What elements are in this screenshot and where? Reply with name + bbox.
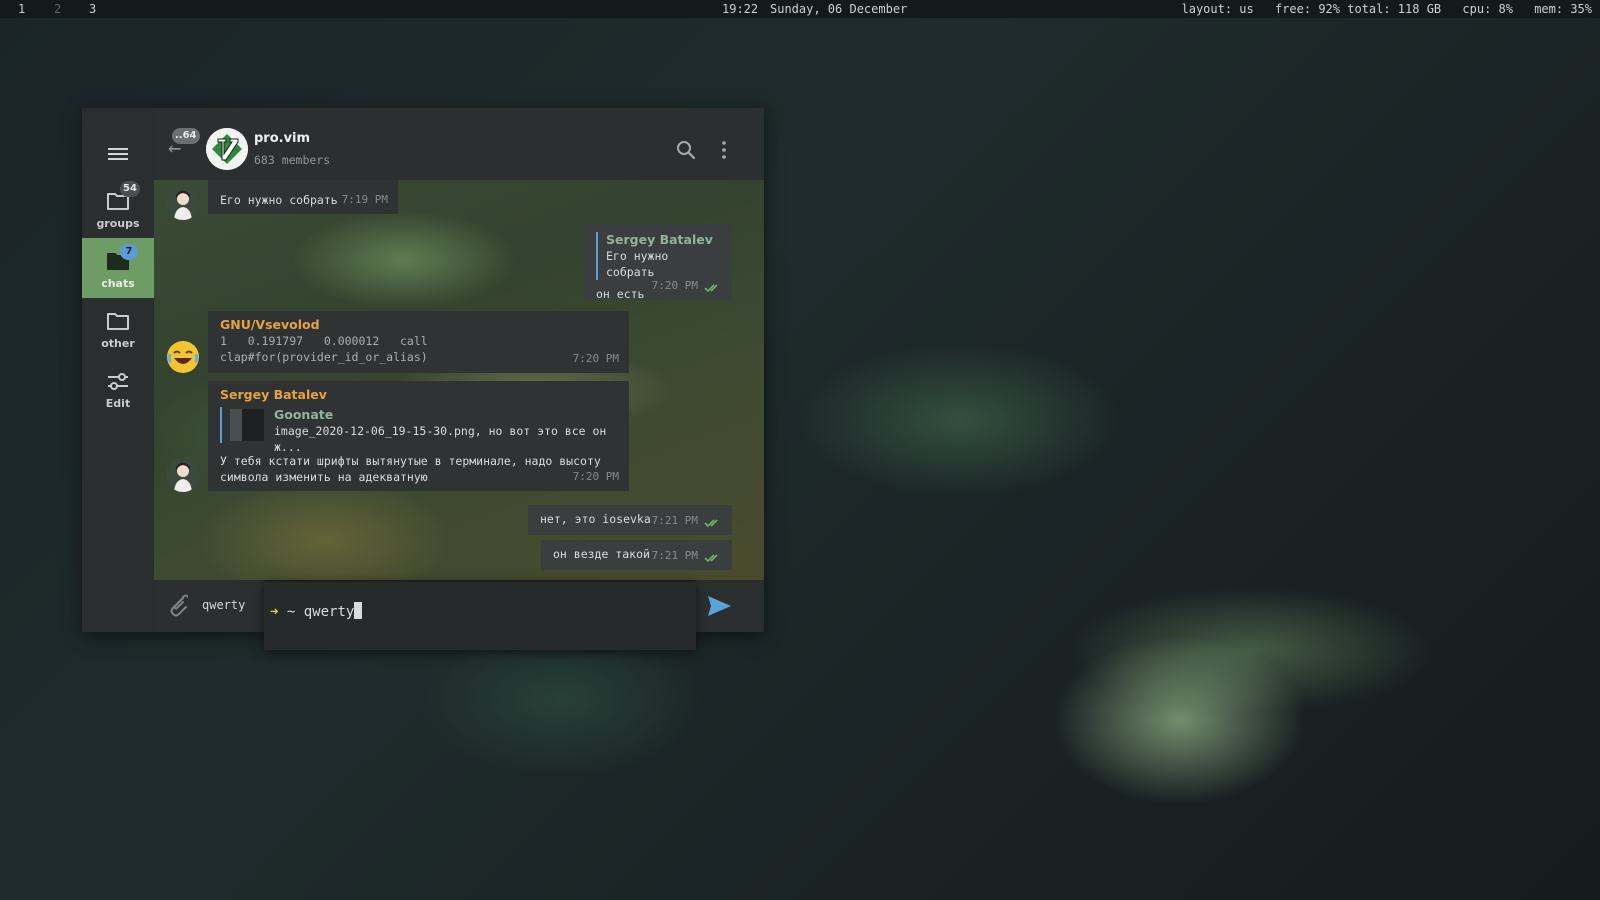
- double-check-icon: [704, 554, 718, 563]
- image-thumbnail: [230, 409, 264, 441]
- back-unread-badge: ..64: [172, 128, 200, 144]
- message-time: 7:21 PM: [651, 514, 698, 527]
- message-time: 7:20 PM: [651, 279, 698, 292]
- date: Sunday, 06 December: [770, 2, 908, 16]
- telegram-window: 54 groups 7 chats other Edit ← ..64 pro.…: [82, 108, 764, 632]
- quote-author: Goonate: [274, 407, 334, 422]
- groups-unread-badge: 54: [120, 181, 140, 197]
- search-icon[interactable]: [676, 140, 696, 160]
- message-text: У тебя кстати шрифты вытянутые в термина…: [220, 454, 601, 468]
- folder-label: other: [101, 337, 135, 350]
- user-avatar[interactable]: [166, 186, 200, 220]
- chats-unread-badge: 7: [120, 244, 138, 260]
- user-avatar[interactable]: [166, 458, 200, 492]
- message-time: 7:20 PM: [572, 470, 619, 483]
- user-avatar[interactable]: [166, 340, 200, 374]
- message-bubble-outgoing[interactable]: нет, это iosevka 7:21 PM: [528, 505, 732, 535]
- message-bubble-incoming[interactable]: Его нужно собрать 7:19 PM: [208, 180, 398, 214]
- chat-avatar[interactable]: [206, 128, 248, 170]
- laughing-emoji-icon: [167, 341, 199, 373]
- folder-groups[interactable]: 54 groups: [82, 178, 154, 238]
- anime-avatar-icon: [166, 458, 200, 492]
- hamburger-menu-icon[interactable]: [108, 145, 128, 161]
- terminal-window[interactable]: ➜ ~ qwerty: [264, 580, 696, 650]
- folder-label: groups: [96, 217, 140, 230]
- paperclip-icon[interactable]: [166, 594, 188, 618]
- message-time: 7:20 PM: [572, 352, 619, 365]
- memory-usage: mem: 35%: [1534, 2, 1592, 16]
- folder-label: Edit: [105, 397, 131, 410]
- folder-label: chats: [101, 277, 135, 290]
- quote-author: Sergey Batalev: [606, 232, 713, 247]
- sliders-icon: [108, 373, 128, 390]
- message-input[interactable]: qwerty: [202, 598, 245, 612]
- message-bubble-incoming[interactable]: GNU/Vsevolod 1 0.191797 0.000012 call cl…: [208, 311, 629, 373]
- message-bubble-incoming[interactable]: Sergey Batalev Goonate image_2020-12-06_…: [208, 381, 629, 491]
- folder-edit[interactable]: Edit: [82, 358, 154, 418]
- double-check-icon: [704, 284, 718, 293]
- prompt-path: ~: [286, 604, 296, 620]
- chat-member-count: 683 members: [254, 153, 331, 167]
- code-line: clap#for(provider_id_or_alias): [220, 350, 428, 364]
- cpu-usage: cpu: 8%: [1462, 2, 1513, 16]
- quote-text: Его нужно собрать: [606, 249, 669, 279]
- message-bubble-outgoing[interactable]: Sergey Batalev Его нужно собрать он есть…: [584, 224, 732, 301]
- code-line: 1 0.191797 0.000012 call: [220, 334, 428, 348]
- message-time: 7:21 PM: [651, 549, 698, 562]
- folder-sidebar: 54 groups 7 chats other Edit: [82, 108, 154, 632]
- message-text: символа изменить на адекватную: [220, 470, 428, 484]
- top-status-bar: 1 2 3 19:22 Sunday, 06 December layout: …: [0, 0, 1600, 18]
- folder-other[interactable]: other: [82, 298, 154, 358]
- reply-quote[interactable]: Sergey Batalev Его нужно собрать: [596, 232, 720, 280]
- message-list[interactable]: Его нужно собрать 7:19 PM Sergey Batalev…: [154, 180, 764, 580]
- workspace-2[interactable]: 2: [54, 0, 61, 18]
- reply-quote[interactable]: Goonate image_2020-12-06_19-15-30.png, н…: [220, 407, 617, 454]
- message-time: 7:19 PM: [341, 193, 388, 206]
- text-cursor: [354, 602, 363, 619]
- message-bubble-outgoing[interactable]: он везде такой 7:21 PM: [541, 540, 732, 570]
- terminal-input[interactable]: qwerty: [304, 604, 355, 620]
- sender-name[interactable]: GNU/Vsevolod: [220, 317, 617, 333]
- chat-header: ← ..64 pro.vim 683 members: [154, 108, 764, 180]
- prompt-arrow-icon: ➜: [270, 604, 279, 620]
- system-status: layout: us free: 92% total: 118 GB cpu: …: [1168, 0, 1593, 18]
- folder-icon: [107, 313, 129, 330]
- sender-name[interactable]: Sergey Batalev: [220, 387, 617, 403]
- more-vertical-icon[interactable]: [714, 140, 734, 160]
- vim-logo-icon: [206, 128, 248, 170]
- keyboard-layout: layout: us: [1181, 2, 1254, 16]
- quote-text: image_2020-12-06_19-15-30.png, но вот эт…: [274, 424, 607, 454]
- message-text: Его нужно собрать: [220, 193, 338, 207]
- send-icon[interactable]: [706, 594, 732, 618]
- double-check-icon: [704, 519, 718, 528]
- chat-title[interactable]: pro.vim: [254, 131, 310, 146]
- workspace-3[interactable]: 3: [89, 0, 96, 18]
- terminal-prompt-line[interactable]: ➜ ~ qwerty: [270, 602, 363, 620]
- workspace-1[interactable]: 1: [18, 0, 25, 18]
- clock: 19:22: [722, 2, 759, 16]
- disk-usage: free: 92% total: 118 GB: [1274, 2, 1442, 16]
- folder-chats[interactable]: 7 chats: [82, 238, 154, 298]
- anime-avatar-icon: [166, 186, 200, 220]
